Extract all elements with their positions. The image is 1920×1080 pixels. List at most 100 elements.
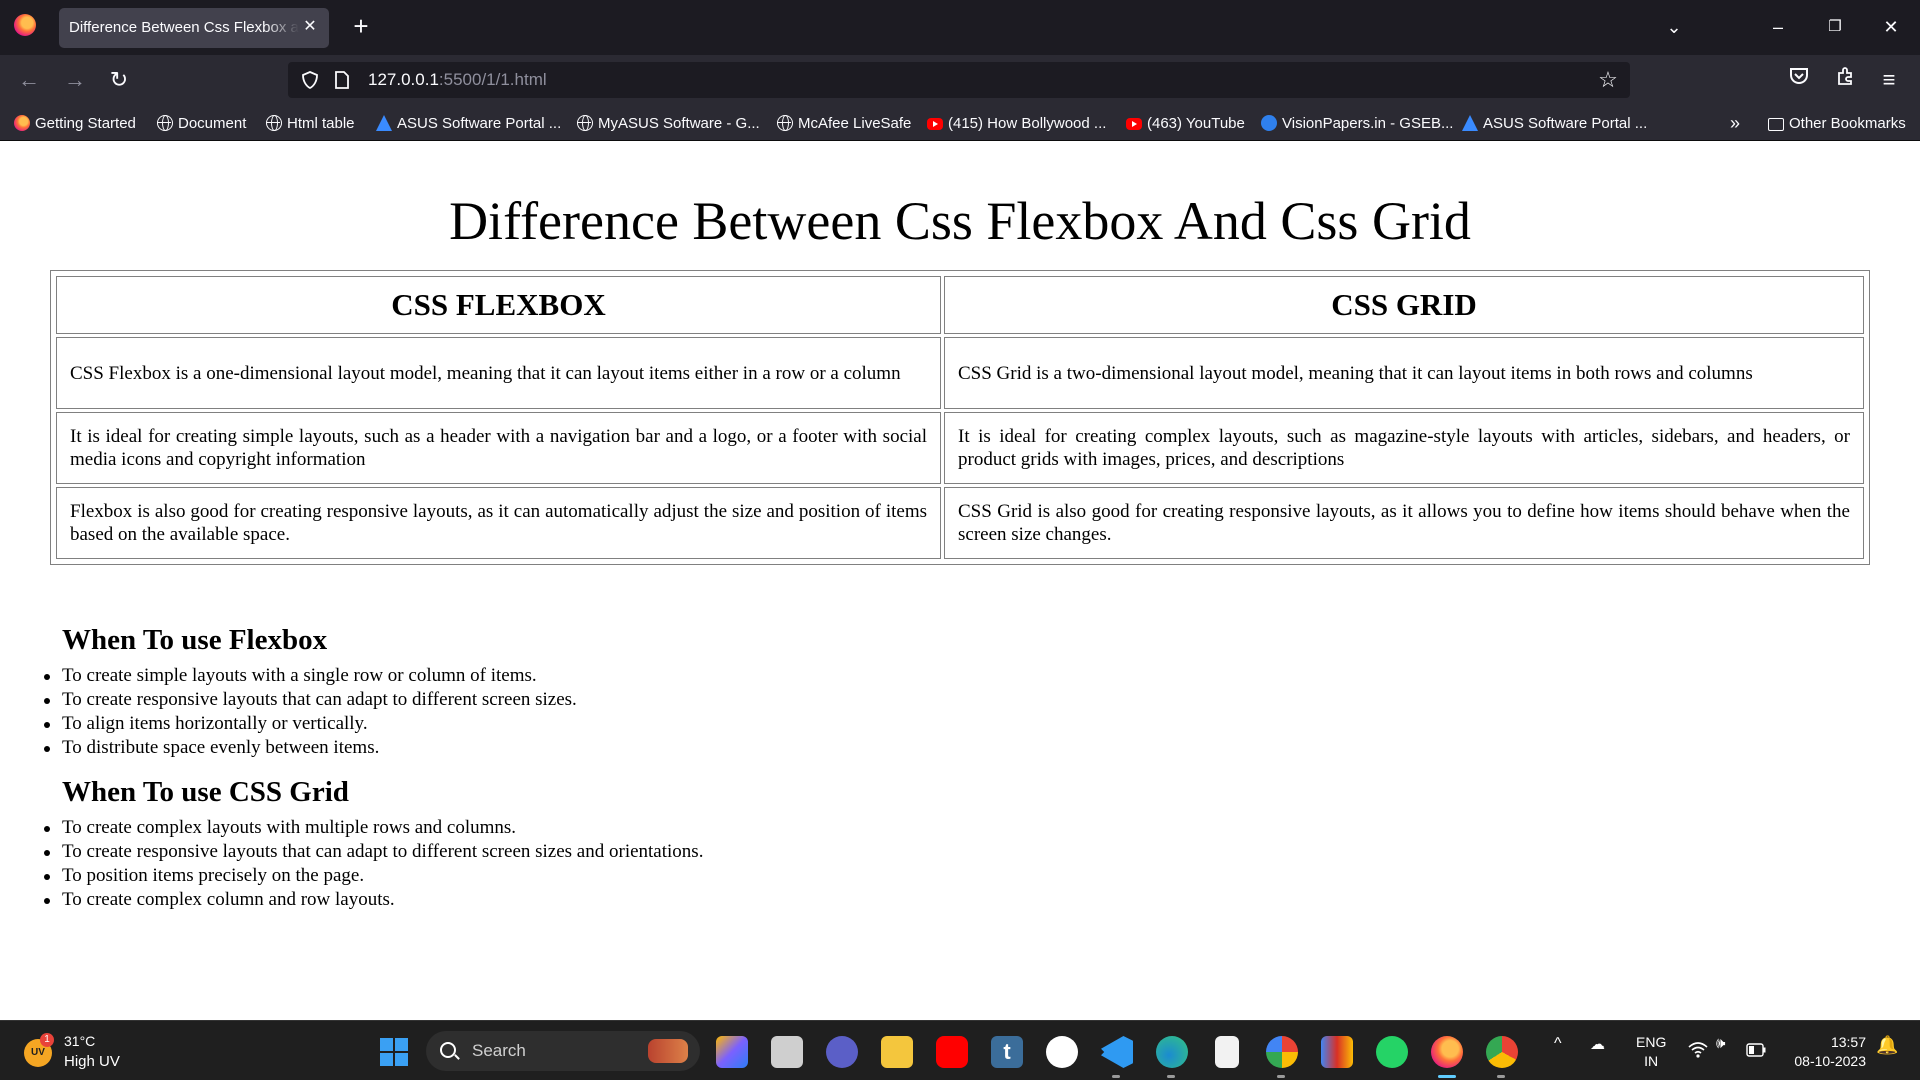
other-bookmarks-folder[interactable]: Other Bookmarks <box>1768 113 1906 133</box>
list-item: To create complex layouts with multiple … <box>43 816 703 840</box>
other-bookmarks-label: Other Bookmarks <box>1789 114 1906 132</box>
chrome-icon[interactable] <box>1486 1036 1518 1068</box>
active-tab[interactable]: Difference Between Css Flexbox and Css G… <box>59 8 329 48</box>
firefox-app-icon[interactable] <box>1431 1036 1463 1068</box>
volume-icon[interactable]: 🕪 <box>1716 1035 1725 1052</box>
edge-icon[interactable] <box>1156 1036 1188 1068</box>
tab-strip: Difference Between Css Flexbox and Css G… <box>0 0 1920 55</box>
list-item: To create responsive layouts that can ad… <box>43 841 704 862</box>
vscode-icon[interactable] <box>1101 1036 1133 1068</box>
notepad-icon[interactable] <box>1215 1036 1239 1068</box>
youtube-icon <box>1126 118 1142 130</box>
bookmark-myasus[interactable]: MyASUS Software - G... <box>577 113 760 133</box>
whatsapp-icon[interactable] <box>1376 1036 1408 1068</box>
bookmark-html-table[interactable]: Html table <box>266 113 355 133</box>
tab-title: Difference Between Css Flexbox and Css G… <box>69 19 299 36</box>
list-all-tabs-icon[interactable]: ⌄ <box>1654 10 1694 44</box>
list-item: To position items precisely on the page. <box>43 864 703 888</box>
meet-icon[interactable] <box>826 1036 858 1068</box>
list-item: To create responsive layouts that can ad… <box>44 689 577 710</box>
table-row: It is ideal for creating simple layouts,… <box>56 412 1864 484</box>
task-view-icon[interactable] <box>771 1036 803 1068</box>
search-icon <box>440 1042 456 1058</box>
firefox-icon <box>14 115 30 131</box>
bookmark-mcafee[interactable]: McAfee LiveSafe <box>777 113 911 133</box>
list-item: To align items horizontally or verticall… <box>44 712 577 736</box>
comparison-table: CSS FLEXBOX CSS GRID CSS Flexbox is a on… <box>50 270 1870 565</box>
address-bar[interactable]: 127.0.0.1:5500/1/1.html ☆ <box>288 62 1630 98</box>
bookmark-youtube-bollywood[interactable]: (415) How Bollywood ... <box>927 113 1106 133</box>
copilot-icon[interactable] <box>716 1036 748 1068</box>
table-cell: CSS Grid is also good for creating respo… <box>944 487 1864 559</box>
running-indicator <box>1497 1075 1505 1078</box>
extensions-icon[interactable] <box>1830 65 1860 95</box>
bookmark-asus-portal-2[interactable]: ASUS Software Portal ... <box>1462 113 1647 133</box>
windows-taskbar: UV 1 31°C High UV Search t ^ ☁ ENG IN 🕪 <box>0 1020 1920 1080</box>
table-row: CSS Flexbox is a one-dimensional layout … <box>56 337 1864 409</box>
globe-icon <box>577 115 593 131</box>
minimize-button[interactable]: – <box>1758 10 1798 44</box>
bookmark-label: McAfee LiveSafe <box>798 114 912 132</box>
file-explorer-icon[interactable] <box>881 1036 913 1068</box>
list-item: To create complex column and row layouts… <box>43 888 703 912</box>
wifi-icon[interactable] <box>1688 1041 1708 1059</box>
clock[interactable]: 13:57 08-10-2023 <box>1786 1033 1866 1071</box>
back-button[interactable]: ← <box>14 65 44 95</box>
reload-button[interactable]: ↻ <box>104 65 134 95</box>
pocket-icon[interactable] <box>1784 65 1814 95</box>
url-text[interactable]: 127.0.0.1:5500/1/1.html <box>368 70 547 90</box>
asus-icon <box>376 115 392 131</box>
battery-icon[interactable] <box>1746 1043 1766 1057</box>
youtube-app-icon[interactable] <box>936 1036 968 1068</box>
url-host: 127.0.0.1 <box>368 70 439 89</box>
bookmark-youtube[interactable]: (463) YouTube <box>1126 113 1245 133</box>
url-path: :5500/1/1.html <box>438 70 547 89</box>
restore-button[interactable]: ❐ <box>1815 10 1855 44</box>
page-viewport: Difference Between Css Flexbox And Css G… <box>0 142 1920 1020</box>
show-hidden-icons-chevron[interactable]: ^ <box>1554 1035 1562 1053</box>
page-title: Difference Between Css Flexbox And Css G… <box>449 191 1471 251</box>
notifications-bell-icon[interactable]: 🔔 <box>1876 1035 1898 1056</box>
bookmark-label: Getting Started <box>35 114 136 132</box>
clock-time: 13:57 <box>1830 1034 1866 1050</box>
header-css-flexbox: CSS FLEXBOX <box>56 276 941 334</box>
bookmark-label: (463) YouTube <box>1147 114 1245 132</box>
bookmark-asus-portal-1[interactable]: ASUS Software Portal ... <box>376 113 561 133</box>
page-info-icon[interactable] <box>334 70 350 90</box>
more-bookmarks-chevron-icon[interactable]: » <box>1730 113 1740 133</box>
tumblr-icon[interactable]: t <box>991 1036 1023 1068</box>
running-indicator <box>1112 1075 1120 1078</box>
table-cell: Flexbox is also good for creating respon… <box>56 487 941 559</box>
google-icon[interactable] <box>1266 1036 1298 1068</box>
lang-code: ENG <box>1636 1034 1667 1050</box>
uplay-icon[interactable] <box>1046 1036 1078 1068</box>
bookmark-getting-started[interactable]: Getting Started <box>14 113 136 133</box>
search-placeholder: Search <box>472 1041 526 1060</box>
app-menu-icon[interactable]: ≡ <box>1874 65 1904 95</box>
bookmark-visionpapers[interactable]: VisionPapers.in - GSEB... <box>1261 113 1453 133</box>
tab-close-icon[interactable]: ✕ <box>299 16 321 38</box>
globe-icon <box>777 115 793 131</box>
grid-usage-list: To create complex layouts with multiple … <box>43 816 704 912</box>
forward-button[interactable]: → <box>60 65 90 95</box>
table-row: Flexbox is also good for creating respon… <box>56 487 1864 559</box>
onedrive-icon[interactable]: ☁ <box>1590 1035 1605 1053</box>
bookmark-label: ASUS Software Portal ... <box>1483 114 1648 132</box>
new-tab-button[interactable]: + <box>348 12 374 42</box>
bookmark-document[interactable]: Document <box>157 113 246 133</box>
grid-usage-heading: When To use CSS Grid <box>62 776 349 808</box>
bookmark-star-icon[interactable]: ☆ <box>1596 68 1620 92</box>
table-cell: CSS Grid is a two-dimensional layout mod… <box>944 337 1864 409</box>
firefox-menu-icon[interactable] <box>14 14 36 36</box>
input-language-indicator[interactable]: ENG IN <box>1636 1033 1666 1071</box>
taskbar-search-box[interactable]: Search <box>426 1031 700 1071</box>
navigation-toolbar: ← → ↻ 127.0.0.1:5500/1/1.html ☆ ≡ <box>0 55 1920 105</box>
tracking-protection-shield-icon[interactable] <box>300 70 320 90</box>
search-highlight-image <box>648 1039 688 1063</box>
close-window-button[interactable]: ✕ <box>1871 10 1911 44</box>
start-icon[interactable] <box>378 1036 410 1068</box>
clock-date: 08-10-2023 <box>1794 1053 1866 1069</box>
table-cell: It is ideal for creating simple layouts,… <box>56 412 941 484</box>
bookmark-label: Document <box>178 114 247 132</box>
gmail-icon[interactable] <box>1321 1036 1353 1068</box>
